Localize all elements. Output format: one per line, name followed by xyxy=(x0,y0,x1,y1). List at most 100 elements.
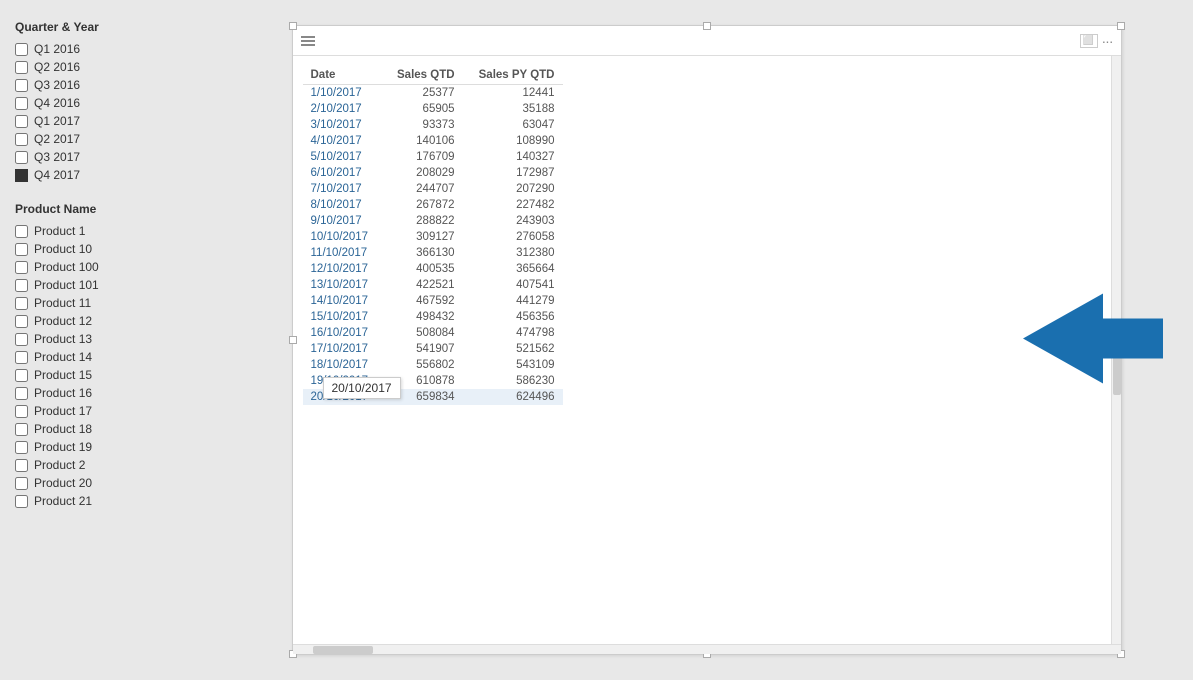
quarter-filter-item-5[interactable]: Q2 2017 xyxy=(15,132,205,146)
product-filter-item-9[interactable]: Product 16 xyxy=(15,386,205,400)
cell-sales-qtd: 541907 xyxy=(383,341,463,357)
table-row[interactable]: 4/10/2017140106108990 xyxy=(303,133,563,149)
table-row[interactable]: 17/10/2017541907521562 xyxy=(303,341,563,357)
cell-sales-py-qtd: 543109 xyxy=(463,357,563,373)
product-checkbox[interactable] xyxy=(15,279,28,292)
handle-l[interactable] xyxy=(289,336,297,344)
quarter-checkbox[interactable] xyxy=(15,151,28,164)
quarter-checkbox[interactable] xyxy=(15,61,28,74)
product-checkbox[interactable] xyxy=(15,495,28,508)
cell-sales-qtd: 208029 xyxy=(383,165,463,181)
table-row[interactable]: 11/10/2017366130312380 xyxy=(303,245,563,261)
table-row[interactable]: 5/10/2017176709140327 xyxy=(303,149,563,165)
table-row[interactable]: 18/10/2017556802543109 xyxy=(303,357,563,373)
table-row[interactable]: 6/10/2017208029172987 xyxy=(303,165,563,181)
data-table: Date Sales QTD Sales PY QTD 1/10/2017253… xyxy=(303,66,563,405)
horizontal-scrollbar-thumb[interactable] xyxy=(313,646,373,654)
cell-date: 1/10/2017 xyxy=(303,85,383,102)
report-toolbar: ⬜ ··· xyxy=(293,26,1121,56)
product-checkbox[interactable] xyxy=(15,333,28,346)
maximize-button[interactable]: ⬜ xyxy=(1080,34,1098,48)
cell-date: 14/10/2017 xyxy=(303,293,383,309)
table-body: 1/10/201725377124412/10/201765905351883/… xyxy=(303,85,563,406)
table-row[interactable]: 9/10/2017288822243903 xyxy=(303,213,563,229)
table-row[interactable]: 7/10/2017244707207290 xyxy=(303,181,563,197)
cell-date: 7/10/2017 xyxy=(303,181,383,197)
product-filter-item-8[interactable]: Product 15 xyxy=(15,368,205,382)
handle-tl[interactable] xyxy=(289,22,297,30)
table-row[interactable]: 12/10/2017400535365664 xyxy=(303,261,563,277)
product-filter-item-4[interactable]: Product 11 xyxy=(15,296,205,310)
product-checkbox[interactable] xyxy=(15,243,28,256)
cell-date: 4/10/2017 xyxy=(303,133,383,149)
product-filter-item-13[interactable]: Product 2 xyxy=(15,458,205,472)
product-filter-item-11[interactable]: Product 18 xyxy=(15,422,205,436)
quarter-checkbox[interactable] xyxy=(15,97,28,110)
product-checkbox[interactable] xyxy=(15,261,28,274)
table-row[interactable]: 10/10/2017309127276058 xyxy=(303,229,563,245)
quarter-checkbox[interactable] xyxy=(15,43,28,56)
product-checkbox[interactable] xyxy=(15,315,28,328)
product-filter-item-5[interactable]: Product 12 xyxy=(15,314,205,328)
table-row[interactable]: 16/10/2017508084474798 xyxy=(303,325,563,341)
product-label: Product 1 xyxy=(34,224,85,238)
product-checkbox[interactable] xyxy=(15,477,28,490)
cell-sales-py-qtd: 365664 xyxy=(463,261,563,277)
quarter-checkbox[interactable] xyxy=(15,133,28,146)
product-filter-item-1[interactable]: Product 10 xyxy=(15,242,205,256)
product-checkbox[interactable] xyxy=(15,405,28,418)
table-header-row: Date Sales QTD Sales PY QTD xyxy=(303,66,563,85)
quarter-checkbox[interactable] xyxy=(15,79,28,92)
col-sales-qtd-header: Sales QTD xyxy=(383,66,463,85)
quarter-filter-item-6[interactable]: Q3 2017 xyxy=(15,150,205,164)
table-row[interactable]: 3/10/20179337363047 xyxy=(303,117,563,133)
cell-sales-qtd: 93373 xyxy=(383,117,463,133)
quarter-filter-item-1[interactable]: Q2 2016 xyxy=(15,60,205,74)
quarter-filter-item-7[interactable]: Q4 2017 xyxy=(15,168,205,182)
product-checkbox[interactable] xyxy=(15,441,28,454)
handle-tr[interactable] xyxy=(1117,22,1125,30)
table-row[interactable]: 13/10/2017422521407541 xyxy=(303,277,563,293)
product-filter-item-10[interactable]: Product 17 xyxy=(15,404,205,418)
cell-sales-py-qtd: 456356 xyxy=(463,309,563,325)
cell-sales-py-qtd: 586230 xyxy=(463,373,563,389)
table-row[interactable]: 8/10/2017267872227482 xyxy=(303,197,563,213)
main-container: Quarter & Year Q1 2016Q2 2016Q3 2016Q4 2… xyxy=(0,0,1193,680)
cell-sales-qtd: 556802 xyxy=(383,357,463,373)
product-filter-item-15[interactable]: Product 21 xyxy=(15,494,205,508)
product-checkbox[interactable] xyxy=(15,225,28,238)
product-filter-item-2[interactable]: Product 100 xyxy=(15,260,205,274)
product-filter-item-14[interactable]: Product 20 xyxy=(15,476,205,490)
product-checkbox[interactable] xyxy=(15,423,28,436)
quarter-filter-item-3[interactable]: Q4 2016 xyxy=(15,96,205,110)
product-checkbox[interactable] xyxy=(15,369,28,382)
handle-t[interactable] xyxy=(703,22,711,30)
cell-sales-py-qtd: 108990 xyxy=(463,133,563,149)
product-checkbox[interactable] xyxy=(15,351,28,364)
product-filter-item-3[interactable]: Product 101 xyxy=(15,278,205,292)
quarter-checkbox[interactable] xyxy=(15,115,28,128)
product-filter-item-6[interactable]: Product 13 xyxy=(15,332,205,346)
more-options-button[interactable]: ··· xyxy=(1102,33,1113,49)
table-row[interactable]: 1/10/20172537712441 xyxy=(303,85,563,102)
cell-sales-qtd: 400535 xyxy=(383,261,463,277)
table-row[interactable]: 2/10/20176590535188 xyxy=(303,101,563,117)
product-checkbox[interactable] xyxy=(15,387,28,400)
report-content: Date Sales QTD Sales PY QTD 1/10/2017253… xyxy=(293,56,1121,654)
horizontal-scrollbar[interactable] xyxy=(293,644,1121,654)
quarter-label: Q2 2016 xyxy=(34,60,80,74)
quarter-filter-item-0[interactable]: Q1 2016 xyxy=(15,42,205,56)
quarter-filter-item-2[interactable]: Q3 2016 xyxy=(15,78,205,92)
cell-sales-py-qtd: 276058 xyxy=(463,229,563,245)
product-filter-item-0[interactable]: Product 1 xyxy=(15,224,205,238)
product-filter-item-12[interactable]: Product 19 xyxy=(15,440,205,454)
quarter-filter-item-4[interactable]: Q1 2017 xyxy=(15,114,205,128)
table-row[interactable]: 15/10/2017498432456356 xyxy=(303,309,563,325)
product-filter-item-7[interactable]: Product 14 xyxy=(15,350,205,364)
product-checkbox[interactable] xyxy=(15,459,28,472)
cell-sales-qtd: 25377 xyxy=(383,85,463,102)
table-row[interactable]: 14/10/2017467592441279 xyxy=(303,293,563,309)
cell-sales-qtd: 267872 xyxy=(383,197,463,213)
menu-icon[interactable] xyxy=(301,36,315,46)
product-checkbox[interactable] xyxy=(15,297,28,310)
